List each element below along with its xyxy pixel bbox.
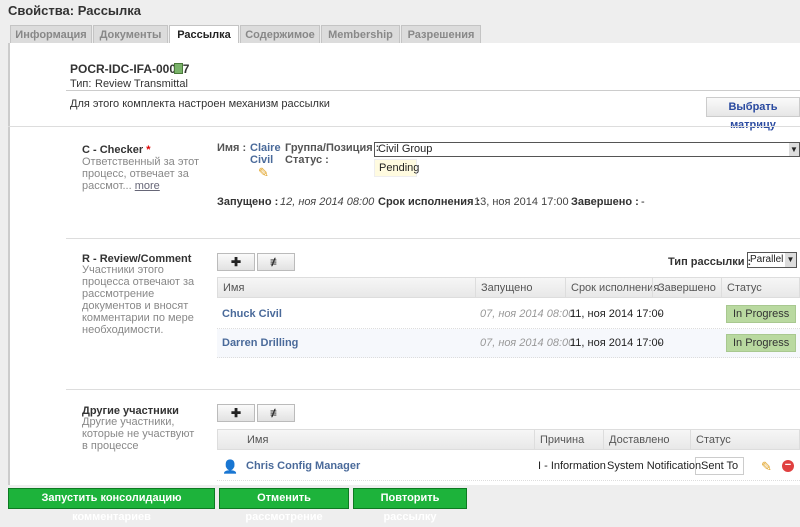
col-delivered[interactable]: Доставлено	[603, 430, 670, 450]
status-label: Статус :	[285, 154, 329, 166]
tab-membership[interactable]: Membership	[321, 25, 400, 44]
status-badge: In Progress	[726, 305, 797, 323]
started-value: 12, ноя 2014 08:00	[280, 196, 375, 208]
participant-name[interactable]: Chuck Civil	[222, 300, 282, 329]
col-done[interactable]: Завершено	[652, 278, 716, 298]
select-matrix-button[interactable]: Выбрать матрицу	[706, 97, 800, 131]
edit-pencil-icon[interactable]: ✎	[258, 165, 269, 181]
delivered-cell: System Notification	[607, 460, 702, 472]
plus-icon: ✚	[230, 255, 242, 269]
group-select[interactable]: Civil Group ▼	[374, 142, 800, 157]
due-label: Срок исполнения :	[378, 196, 481, 208]
checker-title: C - Checker *	[82, 144, 151, 156]
add-other-button[interactable]: ✚	[217, 404, 255, 422]
status-badge: Sent To	[695, 457, 745, 475]
doc-type-value: Review Transmittal	[95, 78, 188, 90]
plus-icon: ✚	[230, 406, 242, 420]
table-row: 👤 Chris Config Manager I - Information S…	[217, 452, 800, 481]
due-cell: 11, ноя 2014 17:00	[570, 337, 664, 349]
started-cell: 07, ноя 2014 08:00	[480, 308, 575, 320]
distribution-notice: Для этого комплекта настроен механизм ра…	[70, 98, 330, 110]
col-status[interactable]: Статус	[690, 430, 731, 450]
repeat-distribution-button[interactable]: Повторить рассылку	[353, 488, 467, 523]
participant-name[interactable]: Darren Drilling	[222, 329, 298, 358]
others-desc: Другие участники, которые не участвуют в…	[82, 416, 195, 452]
review-table-header: Имя Запущено Срок исполнения Завершено С…	[217, 277, 800, 298]
routing-type-select[interactable]: Parallel ▼	[747, 252, 797, 268]
review-desc: Участники этого процесса отвечают за рас…	[82, 264, 195, 336]
group-label: Группа/Позиция :	[285, 142, 380, 154]
remove-other-button[interactable]: ≢	[257, 404, 295, 422]
checker-name-first[interactable]: Claire	[250, 142, 281, 154]
checker-desc: Ответственный за этот процесс, отвечает …	[82, 156, 200, 192]
tab-info[interactable]: Информация	[10, 25, 92, 44]
done-value: -	[641, 196, 645, 208]
tab-distribution[interactable]: Рассылка	[169, 25, 239, 45]
tab-permissions[interactable]: Разрешения	[401, 25, 481, 44]
doc-type-label: Тип:	[70, 78, 92, 90]
chevron-down-icon[interactable]: ▼	[789, 143, 799, 156]
col-started[interactable]: Запущено	[475, 278, 532, 298]
participant-name[interactable]: Chris Config Manager	[246, 452, 360, 481]
cancel-review-button[interactable]: Отменить рассмотрение	[219, 488, 349, 523]
user-icon: 👤	[222, 459, 239, 474]
more-link[interactable]: more	[135, 180, 160, 192]
chevron-down-icon[interactable]: ▼	[785, 253, 796, 267]
table-row: Darren Drilling 07, ноя 2014 08:00 11, н…	[217, 329, 800, 358]
tab-contents[interactable]: Содержимое	[240, 25, 320, 44]
not-equal-icon: ≢	[270, 255, 282, 269]
tab-documents[interactable]: Документы	[93, 25, 168, 44]
routing-type-label: Тип рассылки :	[668, 256, 752, 268]
start-comment-consolidation-button[interactable]: Запустить консолидацию комментариев	[8, 488, 215, 523]
done-cell: -	[658, 308, 662, 320]
due-cell: 11, ноя 2014 17:00	[570, 308, 664, 320]
table-row: Chuck Civil 07, ноя 2014 08:00 11, ноя 2…	[217, 300, 800, 329]
others-table-header: Имя Причина Доставлено Статус	[217, 429, 800, 450]
status-badge: Pending	[374, 159, 419, 177]
col-status[interactable]: Статус	[721, 278, 762, 298]
col-name[interactable]: Имя	[242, 430, 268, 450]
remove-icon[interactable]: −	[782, 460, 794, 472]
edit-pencil-icon[interactable]: ✎	[761, 452, 772, 481]
status-badge: In Progress	[726, 334, 797, 352]
started-cell: 07, ноя 2014 08:00	[480, 337, 575, 349]
due-value: 13, ноя 2014 17:00	[474, 196, 569, 208]
window-title: Свойства: Рассылка	[8, 3, 142, 18]
add-participant-button[interactable]: ✚	[217, 253, 255, 271]
not-equal-icon: ≢	[270, 406, 282, 420]
col-due[interactable]: Срок исполнения	[565, 278, 659, 298]
document-icon[interactable]	[174, 63, 183, 74]
col-name[interactable]: Имя	[218, 278, 244, 298]
remove-participant-button[interactable]: ≢	[257, 253, 295, 271]
doc-id: POCR-IDC-IFA-00007	[70, 62, 190, 76]
col-reason[interactable]: Причина	[534, 430, 584, 450]
reason-cell: I - Information	[538, 460, 606, 472]
started-label: Запущено :	[217, 196, 279, 208]
done-cell: -	[658, 337, 662, 349]
done-label: Завершено :	[571, 196, 639, 208]
name-label: Имя :	[217, 142, 247, 154]
